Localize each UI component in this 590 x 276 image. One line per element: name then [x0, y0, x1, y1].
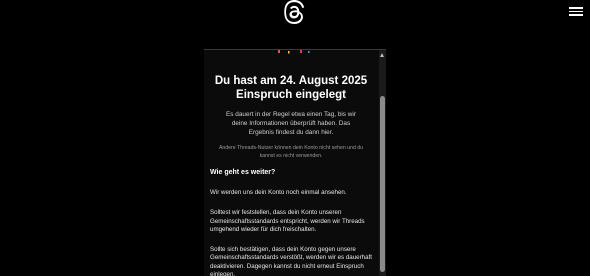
- next-steps-paragraph-2: Solltest wir feststellen, dass dein Kont…: [210, 209, 365, 233]
- panel-scroll-content[interactable]: Du hast am 24. August 2025 Einspruch ein…: [204, 50, 378, 276]
- scrollbar-thumb[interactable]: [380, 96, 385, 272]
- account-hidden-note: Andere Threads-Nutzer können dein Konto …: [218, 145, 364, 159]
- appeal-title: Du hast am 24. August 2025 Einspruch ein…: [210, 74, 372, 102]
- review-time-text: Es dauert in der Regel etwa einen Tag, b…: [226, 111, 356, 136]
- appeal-status-panel: Du hast am 24. August 2025 Einspruch ein…: [204, 49, 386, 276]
- hamburger-menu-icon[interactable]: [569, 5, 583, 19]
- threads-logo-icon[interactable]: [283, 0, 307, 24]
- scrollbar[interactable]: [379, 50, 386, 276]
- title-line-1: Du hast am 24. August 2025: [214, 75, 368, 87]
- next-steps-paragraph-1: Wir werden uns dein Konto noch einmal an…: [210, 189, 347, 196]
- title-line-2: Einspruch eingelegt: [236, 89, 346, 101]
- scroll-up-arrow-icon[interactable]: [380, 53, 384, 57]
- next-steps-heading: Wie geht es weiter?: [210, 169, 276, 176]
- next-steps-paragraph-3: Sollte sich bestätigen, dass dein Konto …: [210, 246, 372, 276]
